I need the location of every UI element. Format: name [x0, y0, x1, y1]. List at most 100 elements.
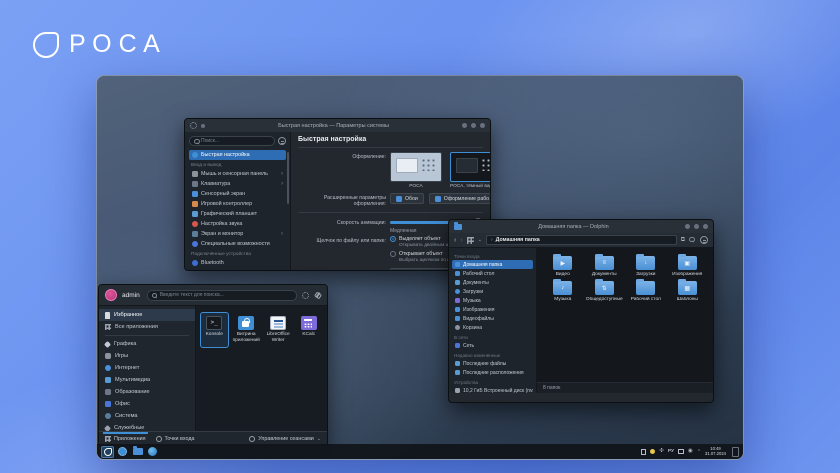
task-dolphin[interactable] [131, 446, 144, 458]
folder-video[interactable]: ▶Видео [543, 256, 583, 277]
place-documents[interactable]: Документы [452, 278, 533, 287]
settings-app-icon [190, 122, 197, 129]
folder-desktop[interactable]: Рабочий стол [626, 281, 666, 302]
category-divider [105, 335, 189, 336]
forward-icon[interactable]: › [460, 237, 462, 244]
nav-item-touchscreen[interactable]: Сенсорный экран [189, 189, 286, 199]
folder-documents[interactable]: ≡Документы [585, 256, 625, 277]
menu-icon[interactable] [700, 236, 708, 244]
maximize-button[interactable] [471, 123, 476, 128]
category-all-apps[interactable]: Все приложения [99, 321, 195, 333]
category-office[interactable]: Офис [99, 398, 195, 410]
nav-item-keyboard[interactable]: Клавиатура› [189, 179, 286, 189]
pin-window-icon[interactable] [201, 124, 205, 128]
configure-menu-icon[interactable] [278, 137, 286, 145]
nav-item-disks[interactable]: Диски и фотокамеры› [189, 268, 286, 271]
folder-templates[interactable]: ▦Шаблоны [668, 281, 708, 302]
category-games[interactable]: Игры [99, 350, 195, 362]
place-network[interactable]: Сеть [452, 341, 533, 350]
favorite-konsole[interactable]: >_ Konsole [200, 312, 229, 348]
category-graphics[interactable]: Графика [99, 338, 195, 350]
nav-item-mouse[interactable]: Мышь и сенсорная панель› [189, 169, 286, 179]
favorite-writer[interactable]: LibreOffice Writer [264, 312, 293, 348]
pin-icon[interactable] [314, 292, 321, 299]
section-divider [298, 212, 483, 213]
chevron-up-icon[interactable]: ⌃ [697, 449, 701, 455]
breadcrumb-arrow: › [491, 237, 493, 243]
category-internet[interactable]: Интернет [99, 362, 195, 374]
breadcrumb[interactable]: › Домашняя папка [486, 235, 677, 245]
folder-music[interactable]: ♪Музыка [543, 281, 583, 302]
back-icon[interactable]: ‹ [454, 237, 456, 244]
launcher-button[interactable] [101, 446, 114, 458]
chevron-down-icon[interactable]: ⌄ [478, 237, 482, 243]
user-avatar[interactable] [105, 289, 117, 301]
launcher-search-input[interactable]: Введите текст для поиска... [147, 290, 297, 301]
volume-icon[interactable]: ◉ [688, 449, 693, 455]
category-favorites[interactable]: Избранное [99, 309, 195, 321]
nav-item-sound[interactable]: Настройка звука [189, 219, 286, 229]
session-management[interactable]: Управление сеансами ⌄ [249, 436, 321, 442]
desktop-screenshot: Быстрая настройка — Параметры системы По… [96, 75, 744, 460]
nav-item-accessibility[interactable]: Специальные возможности [189, 239, 286, 249]
place-downloads[interactable]: Загрузки [452, 287, 533, 296]
nav-item-game-controller[interactable]: Игровой контроллер [189, 199, 286, 209]
advanced-behavior-label: Расширенные параметры поведения: [298, 268, 390, 271]
place-music[interactable]: Музыка [452, 296, 533, 305]
network-header: В сети [454, 335, 531, 340]
task-browser[interactable] [146, 446, 159, 458]
settings-titlebar[interactable]: Быстрая настройка — Параметры системы [185, 119, 490, 132]
category-multimedia[interactable]: Мультимедиа [99, 374, 195, 386]
minimize-button[interactable] [685, 224, 690, 229]
show-desktop-button[interactable] [732, 447, 739, 457]
wallpaper-icon [396, 196, 402, 202]
devices-header: Устройства [454, 380, 531, 385]
dolphin-titlebar[interactable]: Домашняя папка — Dolphin [449, 220, 713, 233]
launcher-search-placeholder: Введите текст для поиска... [160, 292, 224, 298]
promo-background: РОСА Быстрая настройка — Параметры систе… [0, 0, 840, 473]
clipboard-icon[interactable] [641, 449, 646, 455]
place-home[interactable]: Домашняя папка [452, 260, 533, 269]
place-pictures[interactable]: Изображения [452, 305, 533, 314]
task-system-settings[interactable] [116, 446, 129, 458]
settings-search-input[interactable]: Поиск... [189, 136, 275, 146]
maximize-button[interactable] [694, 224, 699, 229]
notification-icon[interactable] [650, 449, 655, 454]
theme-option-light[interactable]: РОСА [390, 152, 442, 189]
category-education[interactable]: Образование [99, 386, 195, 398]
updates-icon[interactable]: ✣ [659, 449, 664, 455]
sidebar-scrollbar[interactable] [287, 152, 289, 204]
keyboard-layout-indicator[interactable]: РУ [668, 449, 674, 454]
display-tray-icon[interactable] [678, 449, 684, 454]
search-icon[interactable] [689, 237, 696, 244]
recent-files[interactable]: Последние файлы [452, 359, 533, 368]
nav-item-bluetooth[interactable]: Bluetooth [189, 258, 286, 268]
place-trash[interactable]: Корзина [452, 323, 533, 332]
favorite-kcalc[interactable]: KCalc [294, 312, 323, 348]
close-button[interactable] [703, 224, 708, 229]
wallpaper-button[interactable]: Обои [390, 193, 424, 204]
split-view-icon[interactable]: ⧉ [681, 237, 685, 244]
nav-item-quick-settings[interactable]: Быстрая настройка [189, 150, 286, 160]
mouse-icon [192, 171, 198, 177]
folder-downloads[interactable]: ↓Загрузки [626, 256, 666, 277]
workspace-theme-button[interactable]: Оформление рабо… [429, 193, 490, 204]
folder-pictures[interactable]: ▣Изображения [668, 256, 708, 277]
theme-option-dark[interactable]: РОСА, тёмный вариант [450, 152, 490, 189]
device-disk-1[interactable]: 10,2 ГиБ Встроенный диск (nvme0n… [452, 386, 533, 393]
place-desktop[interactable]: Рабочий стол [452, 269, 533, 278]
close-button[interactable] [480, 123, 485, 128]
view-mode-icon[interactable] [467, 237, 474, 244]
favorite-app-store[interactable]: Витрина приложений [231, 312, 262, 348]
place-videos[interactable]: Видеофайлы [452, 314, 533, 323]
recent-locations[interactable]: Последние расположения [452, 368, 533, 377]
category-system[interactable]: Система [99, 410, 195, 422]
education-icon [105, 389, 111, 395]
clock[interactable]: 10:49 31.07.2024 [705, 447, 726, 457]
folder-public[interactable]: ⇅Общедоступные [585, 281, 625, 302]
dolphin-window-controls [685, 224, 708, 229]
nav-item-display[interactable]: Экран и монитор› [189, 229, 286, 239]
nav-item-tablet[interactable]: Графический планшет [189, 209, 286, 219]
launcher-settings-icon[interactable] [302, 292, 309, 299]
minimize-button[interactable] [462, 123, 467, 128]
